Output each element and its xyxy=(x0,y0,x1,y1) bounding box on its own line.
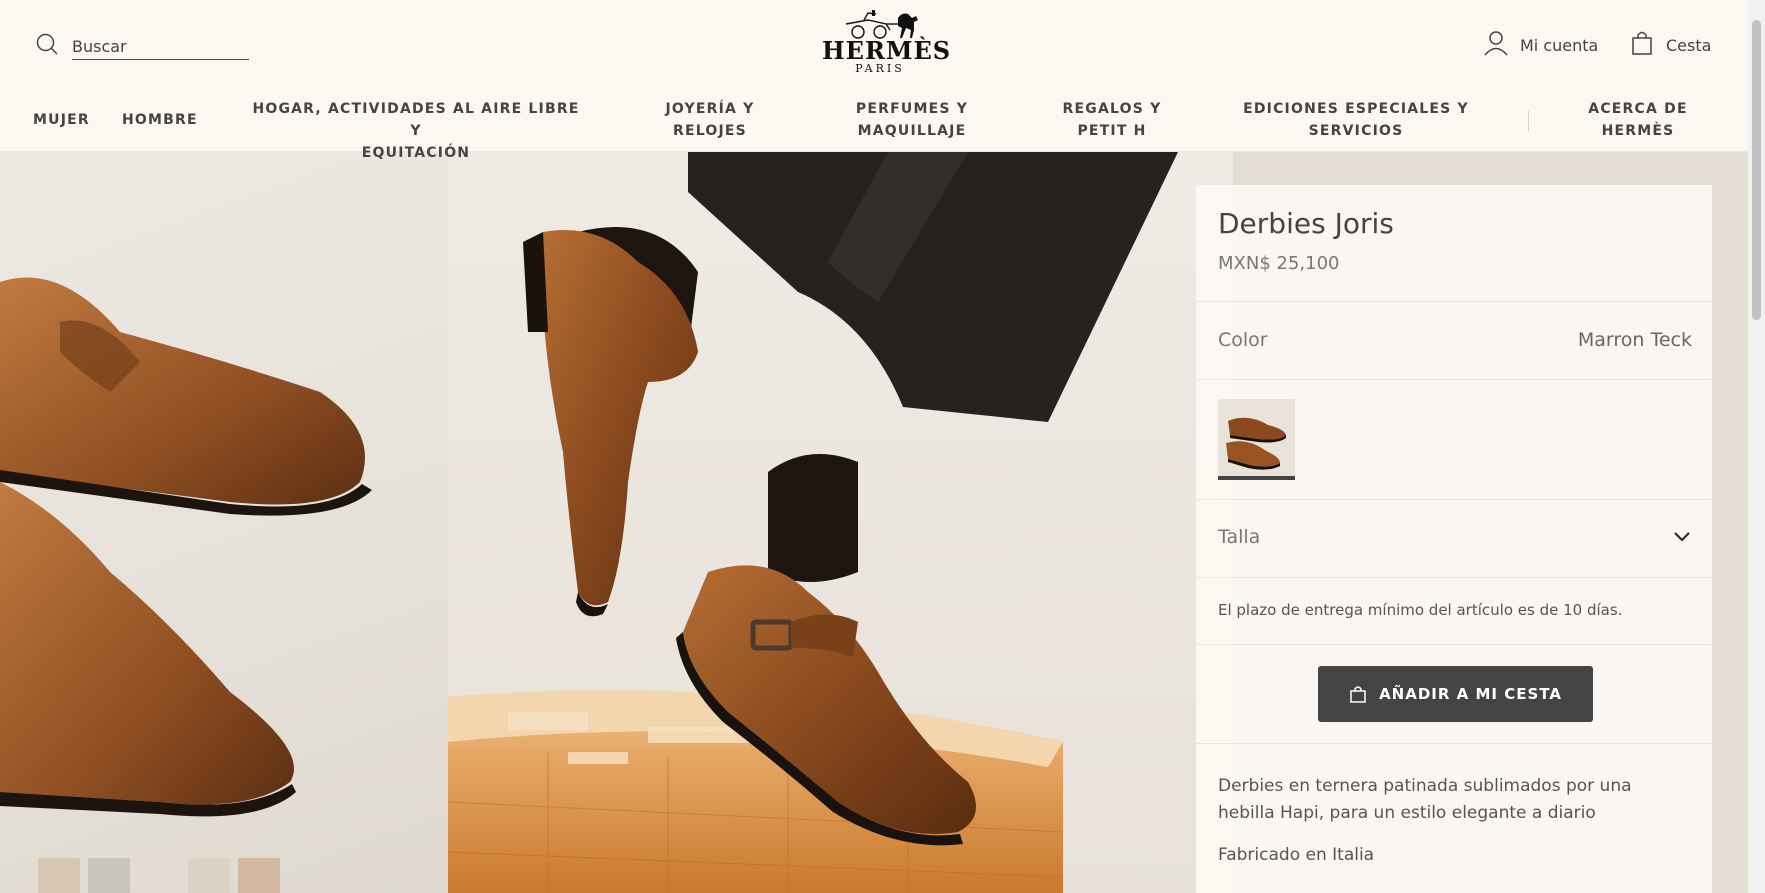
account-link[interactable]: Mi cuenta xyxy=(1484,30,1598,60)
color-value: Marron Teck xyxy=(1577,329,1692,351)
search-input[interactable] xyxy=(72,32,249,60)
add-to-cart-button[interactable]: AÑADIR A MI CESTA xyxy=(1318,666,1593,722)
account-label: Mi cuenta xyxy=(1520,35,1599,55)
divider xyxy=(1196,577,1712,578)
thumbnail-3[interactable] xyxy=(138,858,180,893)
chevron-down-icon[interactable] xyxy=(1672,529,1692,548)
nav-item-joyeria[interactable]: JOYERÍA Y RELOJES xyxy=(650,98,770,142)
image-thumbnails xyxy=(38,858,280,893)
page-scrollbar[interactable] xyxy=(1748,0,1765,893)
site-header: HERMÈS PARIS Mi cuenta Cesta MUJER HOMBR… xyxy=(0,0,1748,161)
nav-item-ediciones[interactable]: EDICIONES ESPECIALES Y SERVICIOS xyxy=(1236,98,1476,142)
product-price: MXN$ 25,100 xyxy=(1218,253,1340,274)
color-swatch-marron-teck[interactable] xyxy=(1218,399,1295,480)
brand-logo[interactable]: HERMÈS PARIS xyxy=(822,10,952,76)
nav-item-hogar[interactable]: HOGAR, ACTIVIDADES AL AIRE LIBRE Y EQUIT… xyxy=(246,98,586,164)
product-image-shoes-pair[interactable] xyxy=(0,152,448,893)
basket-label: Cesta xyxy=(1666,35,1712,55)
product-title: Derbies Joris xyxy=(1218,207,1394,240)
thumbnail-4[interactable] xyxy=(188,858,230,893)
nav-item-regalos[interactable]: REGALOS Y PETIT H xyxy=(1052,98,1172,142)
divider xyxy=(1196,379,1712,380)
search-bar[interactable] xyxy=(35,32,249,60)
divider xyxy=(1196,644,1712,645)
bag-icon xyxy=(1630,30,1666,60)
made-in: Fabricado en Italia xyxy=(1218,845,1375,865)
nav-divider xyxy=(1528,111,1529,131)
product-info-panel: Derbies Joris MXN$ 25,100 Color Marron T… xyxy=(1196,185,1712,893)
thumbnail-2[interactable] xyxy=(88,858,130,893)
divider xyxy=(1196,499,1712,500)
search-icon[interactable] xyxy=(35,32,59,60)
divider xyxy=(1196,301,1712,302)
product-page: HERMÈS PARIS Mi cuenta Cesta MUJER HOMBR… xyxy=(0,0,1748,893)
scrollbar-thumb[interactable] xyxy=(1752,20,1761,320)
main-nav: MUJER HOMBRE HOGAR, ACTIVIDADES AL AIRE … xyxy=(0,95,1748,161)
nav-item-perfumes[interactable]: PERFUMES Y MAQUILLAJE xyxy=(842,98,982,142)
product-description: Derbies en ternera patinada sublimados p… xyxy=(1218,776,1632,823)
divider xyxy=(1196,743,1712,744)
thumbnail-5[interactable] xyxy=(238,858,280,893)
nav-item-hombre[interactable]: HOMBRE xyxy=(122,109,198,131)
basket-link[interactable]: Cesta xyxy=(1630,30,1711,60)
delivery-note: El plazo de entrega mínimo del artículo … xyxy=(1218,601,1623,619)
size-label[interactable]: Talla xyxy=(1218,526,1260,548)
user-icon xyxy=(1484,30,1520,60)
bag-icon xyxy=(1350,686,1366,703)
color-label: Color xyxy=(1218,329,1268,351)
thumbnail-1[interactable] xyxy=(38,858,80,893)
nav-item-acerca[interactable]: ACERCA DE HERMÈS xyxy=(1578,98,1698,142)
brand-name: HERMÈS xyxy=(822,36,952,65)
add-to-cart-label: AÑADIR A MI CESTA xyxy=(1379,685,1562,703)
nav-item-mujer[interactable]: MUJER xyxy=(33,109,90,131)
